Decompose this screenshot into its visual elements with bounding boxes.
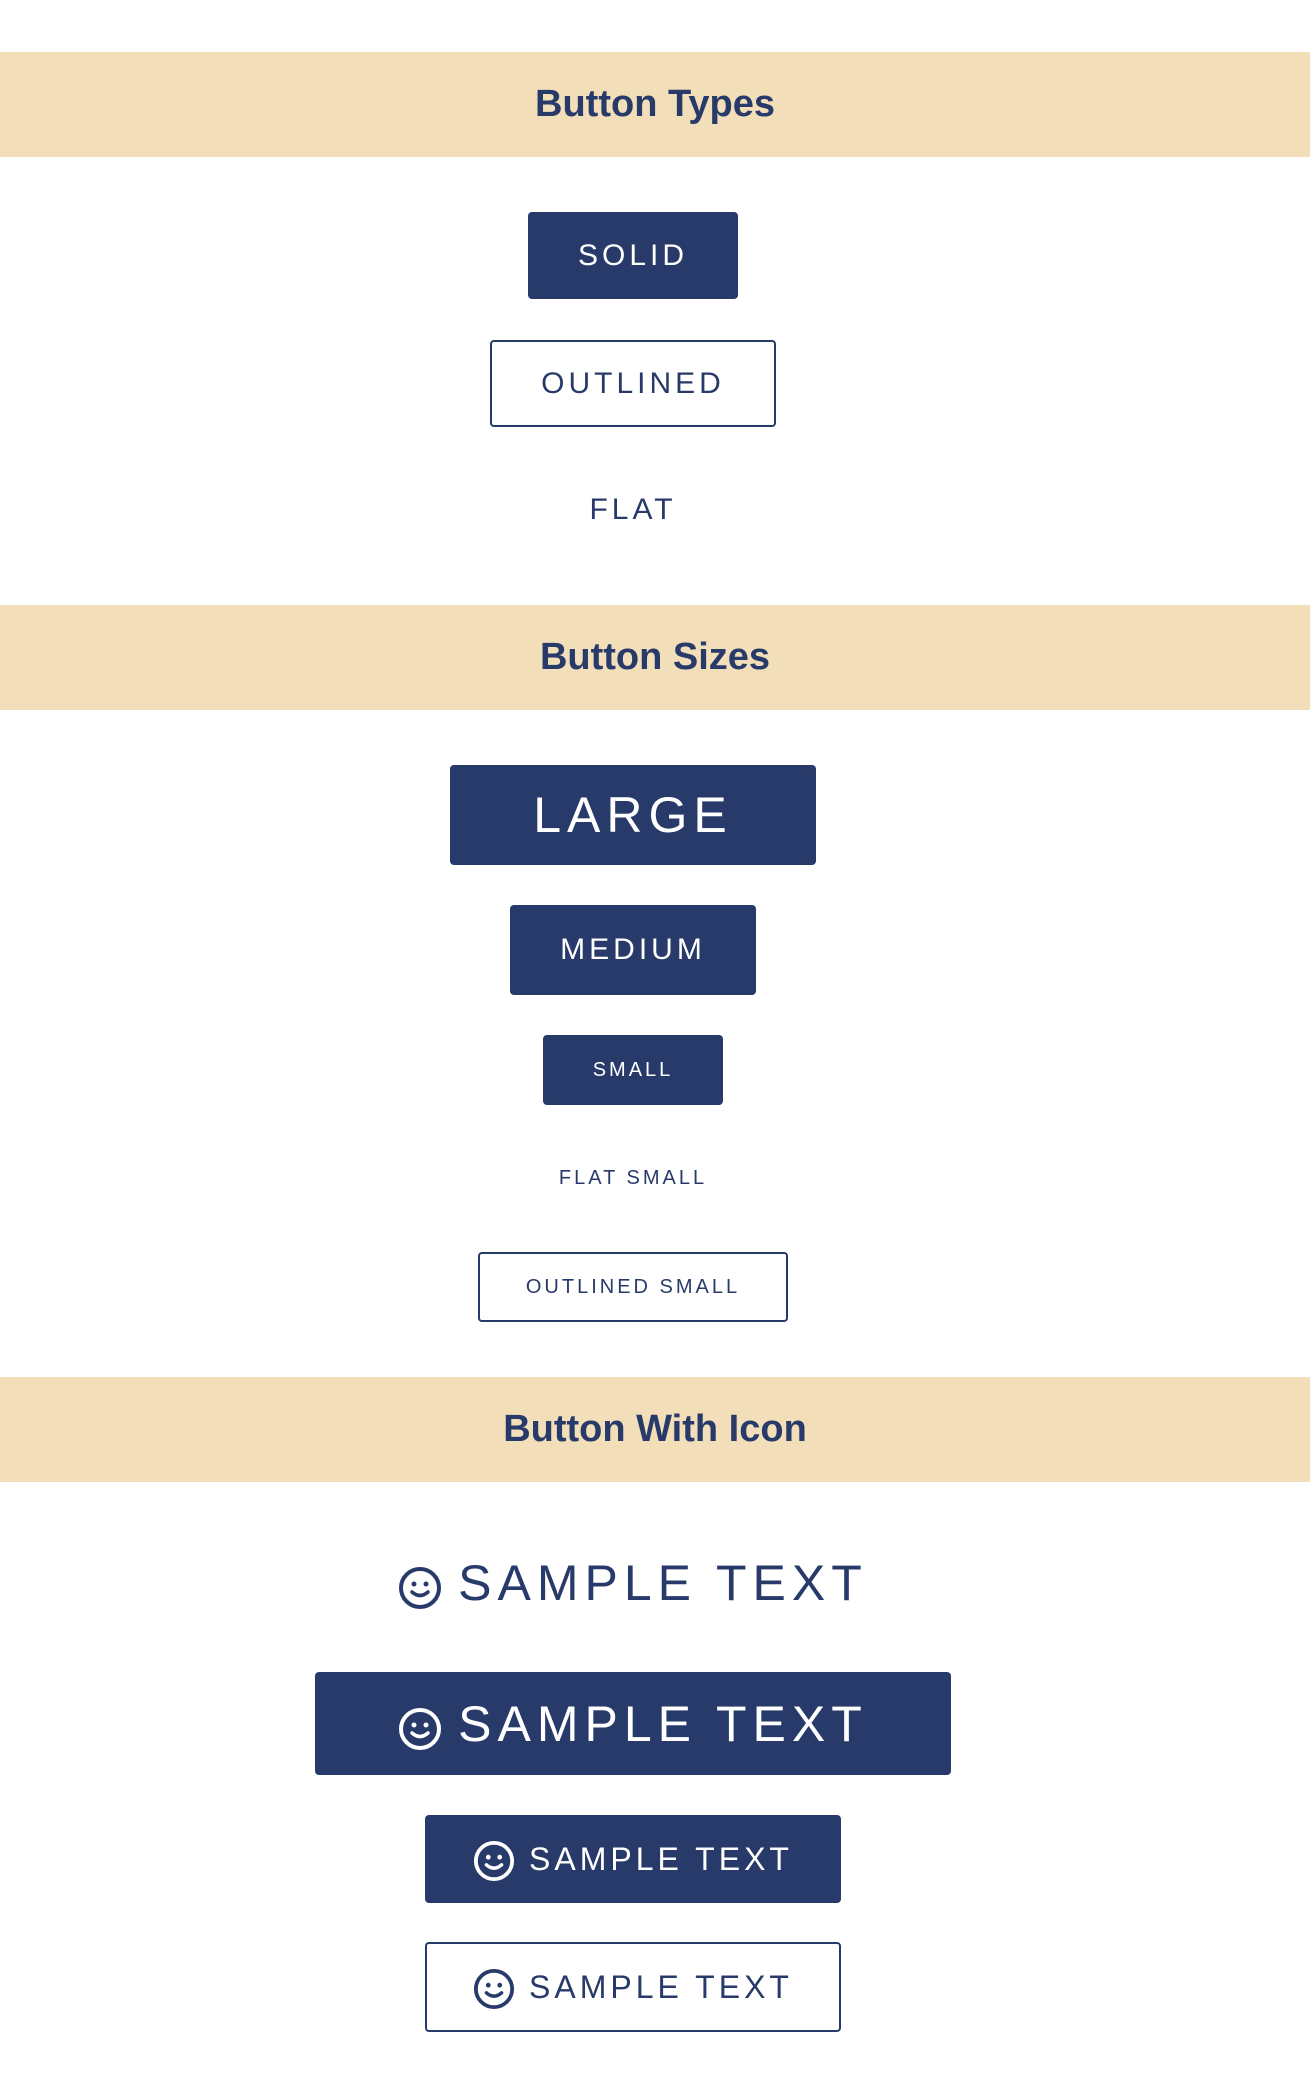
button-label: SOLID (577, 238, 689, 272)
section-header-button-types: Button Types (0, 52, 1310, 157)
large-button[interactable]: LARGE (450, 765, 816, 865)
section-title: Button Sizes (539, 636, 771, 678)
flat-button[interactable]: FLAT (558, 467, 708, 553)
button-label: SAMPLE TEXT (529, 1840, 793, 1877)
button-label: SAMPLE TEXT (529, 1968, 793, 2005)
icon-solid-large-button[interactable]: SAMPLE TEXT (315, 1672, 951, 1775)
outlined-small-button[interactable]: OUTLINED SMALL (478, 1252, 788, 1322)
section-title: Button With Icon (503, 1408, 807, 1450)
button-label: OUTLINED (541, 366, 725, 400)
section-header-button-with-icon: Button With Icon (0, 1377, 1310, 1482)
outlined-button[interactable]: OUTLINED (490, 340, 776, 427)
medium-button[interactable]: MEDIUM (510, 905, 756, 995)
flat-small-button[interactable]: FLAT SMALL (533, 1143, 733, 1213)
button-label: OUTLINED SMALL (525, 1275, 741, 1298)
solid-button[interactable]: SOLID (528, 212, 738, 299)
icon-outlined-medium-button[interactable]: SAMPLE TEXT (425, 1942, 841, 2032)
icon-flat-large-button[interactable]: SAMPLE TEXT (390, 1535, 876, 1630)
button-label: SAMPLE TEXT (458, 1695, 868, 1752)
button-label: FLAT (589, 493, 677, 526)
button-label: MEDIUM (560, 933, 706, 966)
small-button[interactable]: SMALL (543, 1035, 723, 1105)
button-label: SAMPLE TEXT (458, 1554, 868, 1611)
button-label: LARGE (533, 787, 733, 843)
icon-solid-medium-button[interactable]: SAMPLE TEXT (425, 1815, 841, 1903)
section-title: Button Types (535, 83, 775, 125)
smiley-face-icon (473, 1968, 515, 2010)
smiley-face-icon (398, 1707, 442, 1751)
button-label: FLAT SMALL (558, 1166, 708, 1189)
section-header-button-sizes: Button Sizes (0, 605, 1310, 710)
smiley-face-icon (398, 1566, 442, 1610)
smiley-face-icon (473, 1840, 515, 1882)
button-label: SMALL (592, 1058, 674, 1081)
